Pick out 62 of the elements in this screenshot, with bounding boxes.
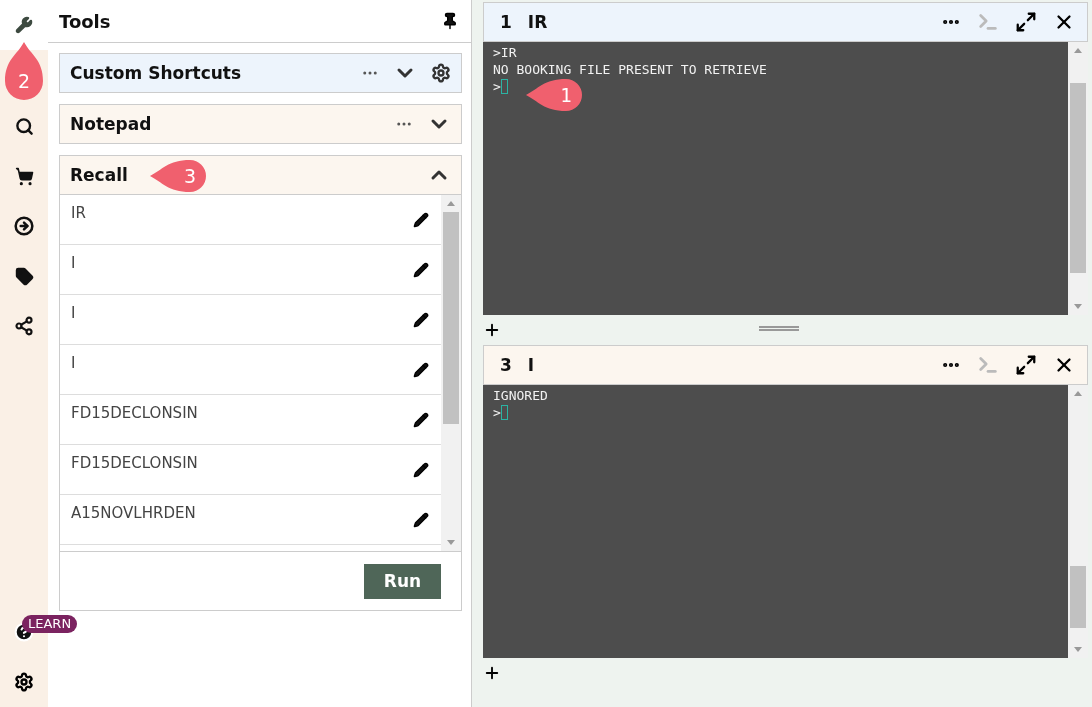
- panel-title: Tools: [59, 10, 111, 32]
- resize-handle[interactable]: [759, 326, 799, 331]
- terminal-line: NO BOOKING FILE PRESENT TO RETRIEVE: [493, 61, 768, 78]
- terminal-screen[interactable]: >IR NO BOOKING FILE PRESENT TO RETRIEVE > 1: [483, 42, 1068, 315]
- text-cursor: [500, 405, 508, 420]
- recall-entry[interactable]: FD15DECLONSIN: [60, 395, 441, 445]
- entry-text: I: [71, 303, 76, 322]
- terminal-header[interactable]: 3 I: [483, 345, 1088, 385]
- expand-icon[interactable]: [1015, 11, 1037, 33]
- cart-icon: [14, 166, 34, 186]
- text-cursor: [500, 79, 508, 94]
- pencil-icon[interactable]: [413, 311, 429, 328]
- terminal-title: I: [527, 355, 536, 375]
- recall-entry[interactable]: I: [60, 345, 441, 395]
- section-header[interactable]: Custom Shortcuts: [60, 54, 461, 92]
- terminal-line: IGNORED: [493, 387, 549, 404]
- terminal-header[interactable]: 1 IR: [483, 2, 1088, 42]
- entry-text: FD15DECLONSIN: [71, 453, 198, 472]
- recall-entry[interactable]: FD15DECLONSIN: [60, 445, 441, 495]
- terminal-line: >IR: [493, 44, 518, 61]
- recall-entry[interactable]: IR: [60, 195, 441, 245]
- pencil-icon[interactable]: [413, 411, 429, 428]
- section-header[interactable]: Notepad: [60, 105, 461, 143]
- tag-icon: [14, 266, 34, 286]
- terminal-number: 3: [500, 355, 512, 375]
- pin-icon[interactable]: [441, 12, 459, 30]
- settings-icon[interactable]: [14, 672, 34, 692]
- add-icon[interactable]: [483, 321, 501, 339]
- expand-icon[interactable]: [1015, 354, 1037, 376]
- callout-marker: 1: [526, 79, 582, 111]
- terminal-title: IR: [527, 12, 549, 32]
- terminal-number: 1: [500, 12, 512, 32]
- wrench-icon: [15, 16, 33, 34]
- scrollbar[interactable]: [441, 195, 461, 551]
- run-button[interactable]: Run: [364, 563, 441, 599]
- pencil-icon[interactable]: [413, 261, 429, 278]
- entry-text: I: [71, 253, 76, 272]
- section-title: Custom Shortcuts: [70, 63, 242, 83]
- section-header[interactable]: Recall 3: [60, 156, 461, 194]
- recall-entry[interactable]: A15NOVLHRDEN: [60, 495, 441, 545]
- recall-entry[interactable]: I: [60, 245, 441, 295]
- share-icon: [14, 316, 34, 336]
- pencil-icon[interactable]: [413, 211, 429, 228]
- entry-text: IR: [71, 203, 86, 222]
- search-icon: [14, 116, 34, 136]
- pencil-icon[interactable]: [413, 511, 429, 528]
- arrow-circle-icon: [14, 216, 34, 236]
- recall-entry[interactable]: I: [60, 295, 441, 345]
- pencil-icon[interactable]: [413, 361, 429, 378]
- callout-marker: 3: [150, 160, 206, 192]
- entry-text: I: [71, 353, 76, 372]
- section-title: Notepad: [70, 114, 152, 134]
- entry-text: A15NOVLHRDEN: [71, 503, 196, 522]
- prompt: >: [493, 78, 501, 95]
- pencil-icon[interactable]: [413, 461, 429, 478]
- add-icon[interactable]: [483, 664, 501, 682]
- entry-text: FD15DECLONSIN: [71, 403, 198, 422]
- prompt: >: [493, 404, 501, 421]
- settings-icon[interactable]: [431, 63, 451, 83]
- learn-badge[interactable]: LEARN: [22, 615, 78, 633]
- terminal-screen[interactable]: IGNORED >: [483, 385, 1068, 658]
- section-title: Recall: [70, 165, 128, 185]
